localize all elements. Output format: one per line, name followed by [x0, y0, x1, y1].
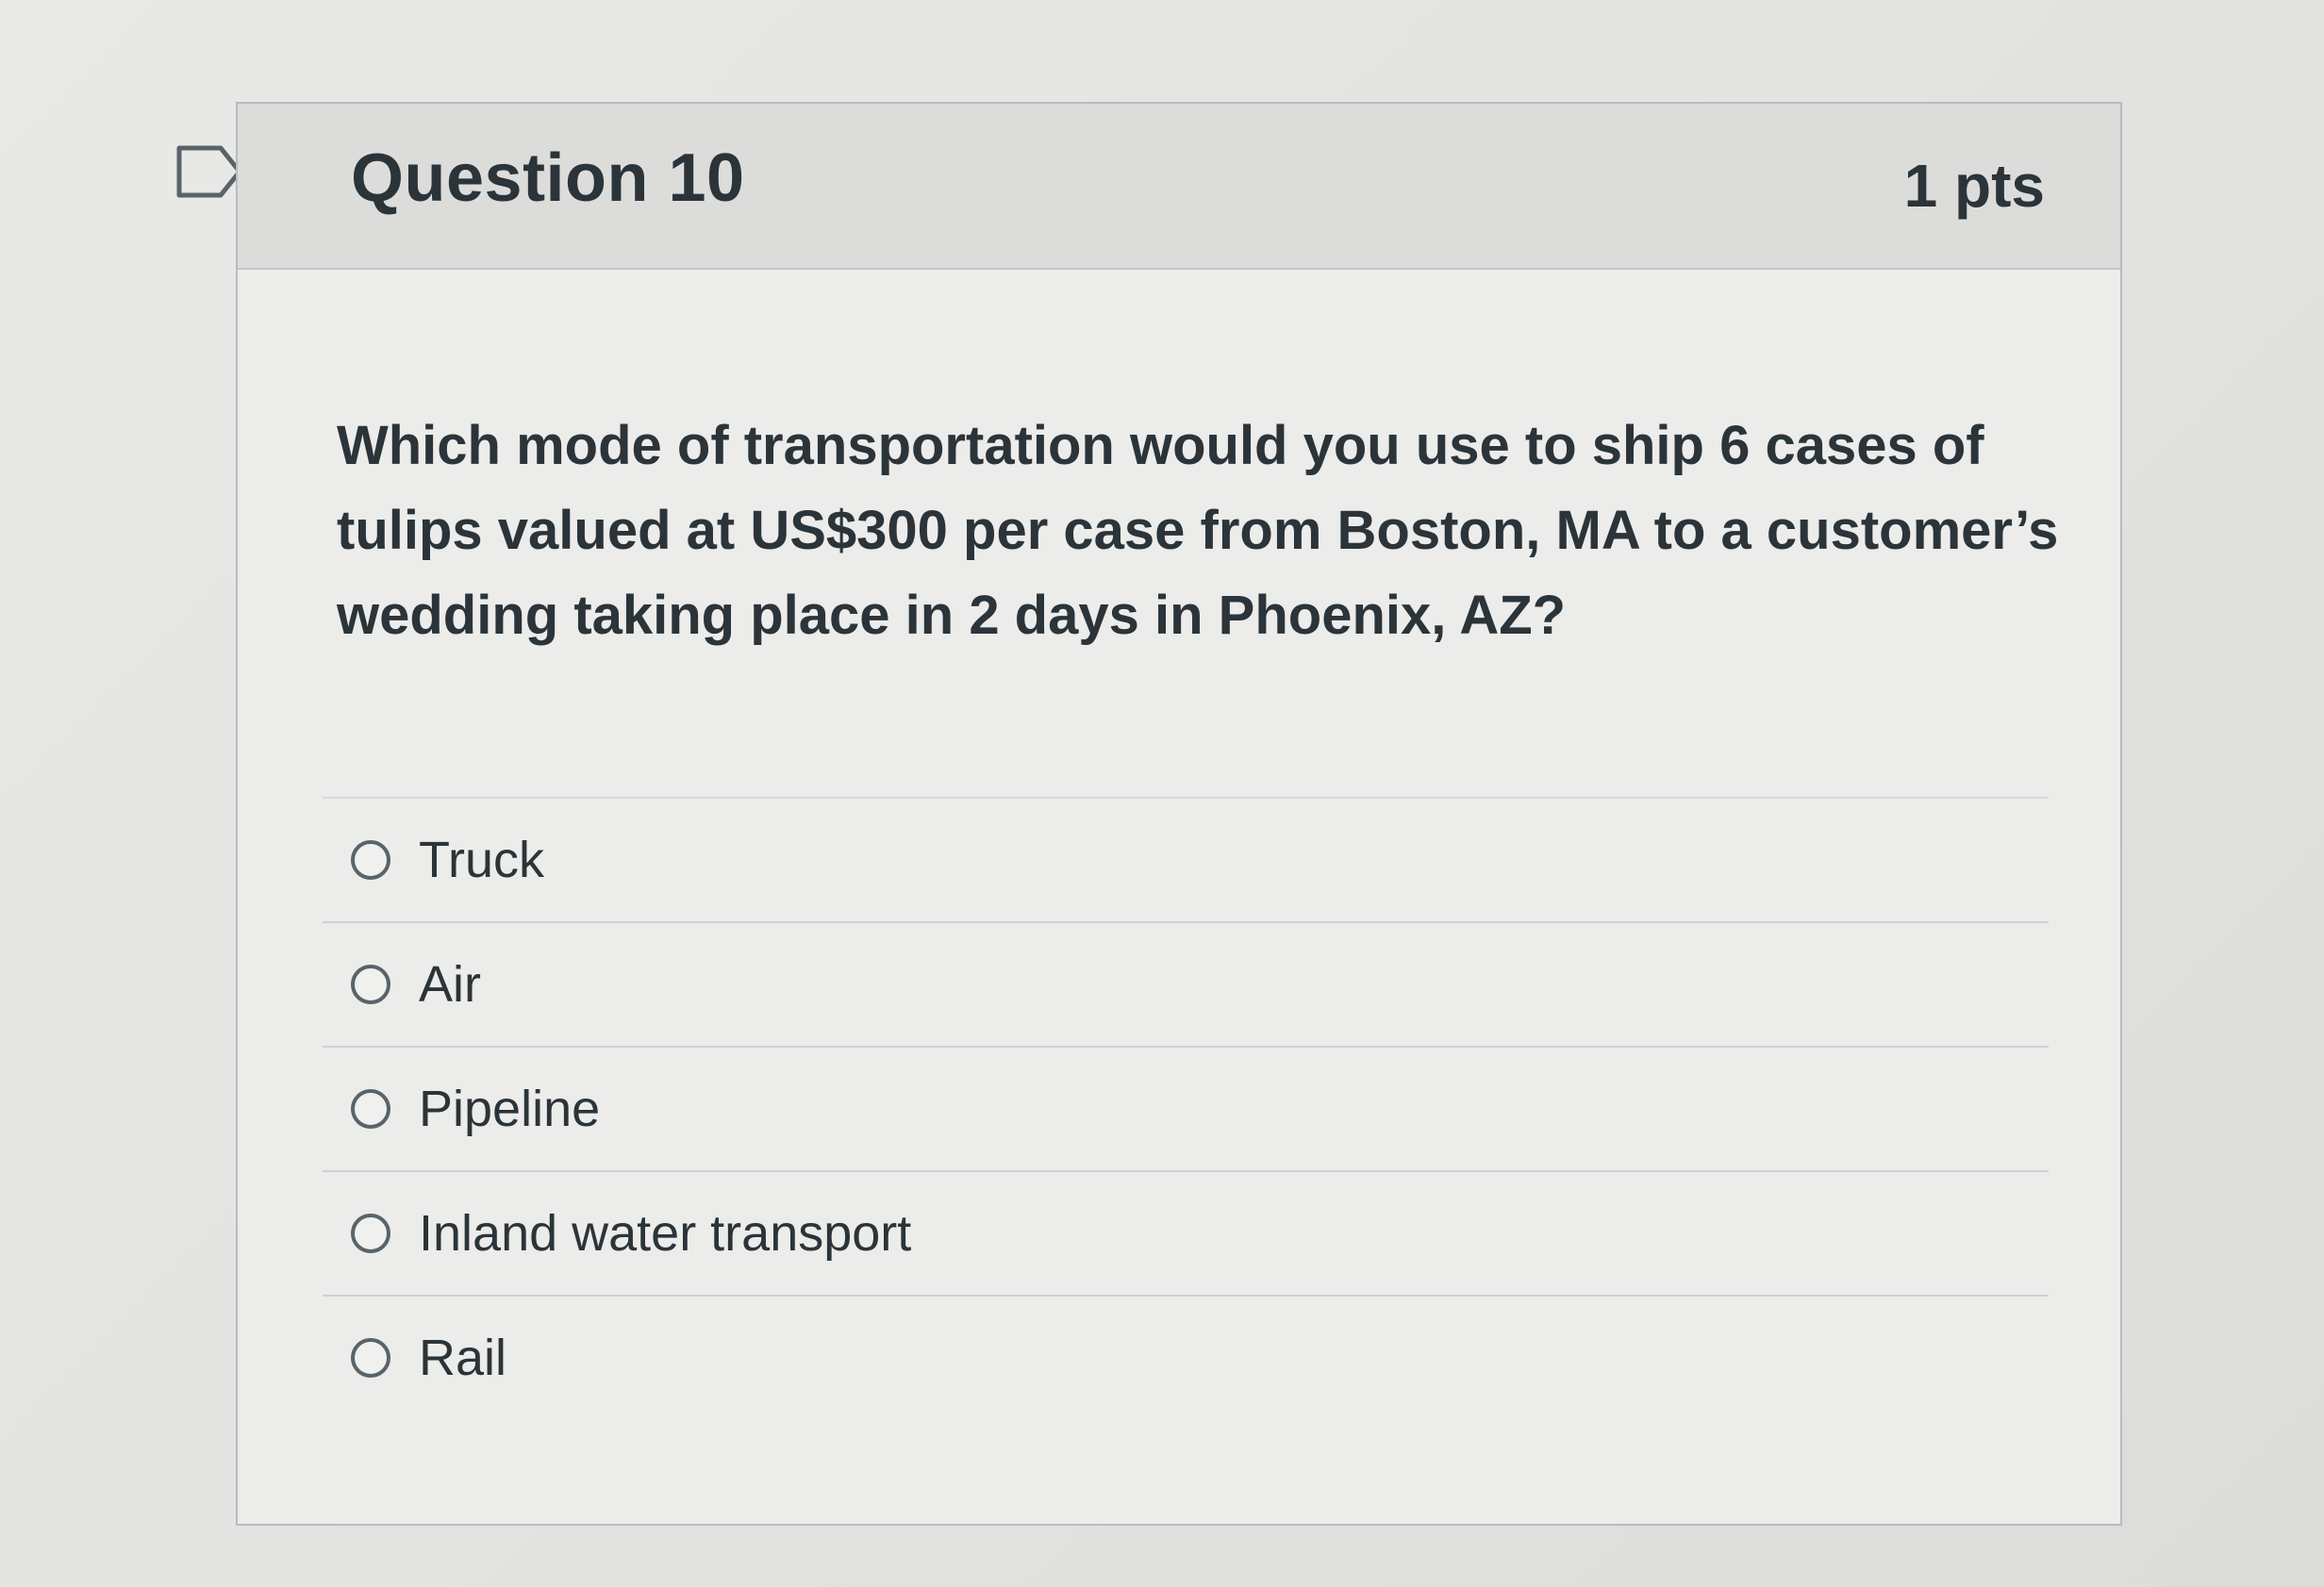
- answer-label: Air: [419, 956, 481, 1013]
- bookmark-flag-icon[interactable]: [175, 144, 243, 199]
- quiz-page: Question 10 1 pts Which mode of transpor…: [0, 0, 2324, 1587]
- answer-option-pipeline[interactable]: Pipeline: [323, 1046, 2049, 1170]
- question-card: Question 10 1 pts Which mode of transpor…: [236, 102, 2122, 1526]
- radio-button-icon[interactable]: [351, 1338, 390, 1378]
- answer-label: Pipeline: [419, 1081, 601, 1137]
- answer-label: Truck: [419, 832, 544, 888]
- question-text: Which mode of transportation would you u…: [337, 415, 2059, 646]
- radio-button-icon[interactable]: [351, 965, 390, 1004]
- question-header: Question 10 1 pts: [238, 104, 2120, 270]
- answer-option-inland-water-transport[interactable]: Inland water transport: [323, 1170, 2049, 1295]
- radio-button-icon[interactable]: [351, 840, 390, 880]
- answer-option-rail[interactable]: Rail: [323, 1295, 2049, 1419]
- question-points: 1 pts: [1903, 152, 2045, 220]
- question-title: Question 10: [351, 141, 745, 216]
- answer-label: Rail: [419, 1330, 507, 1386]
- answer-label: Inland water transport: [419, 1205, 912, 1262]
- radio-button-icon[interactable]: [351, 1214, 390, 1253]
- radio-button-icon[interactable]: [351, 1089, 390, 1129]
- answer-option-air[interactable]: Air: [323, 921, 2049, 1046]
- answer-list: Truck Air Pipeline Inland water transpor…: [323, 797, 2049, 1419]
- answer-option-truck[interactable]: Truck: [323, 797, 2049, 921]
